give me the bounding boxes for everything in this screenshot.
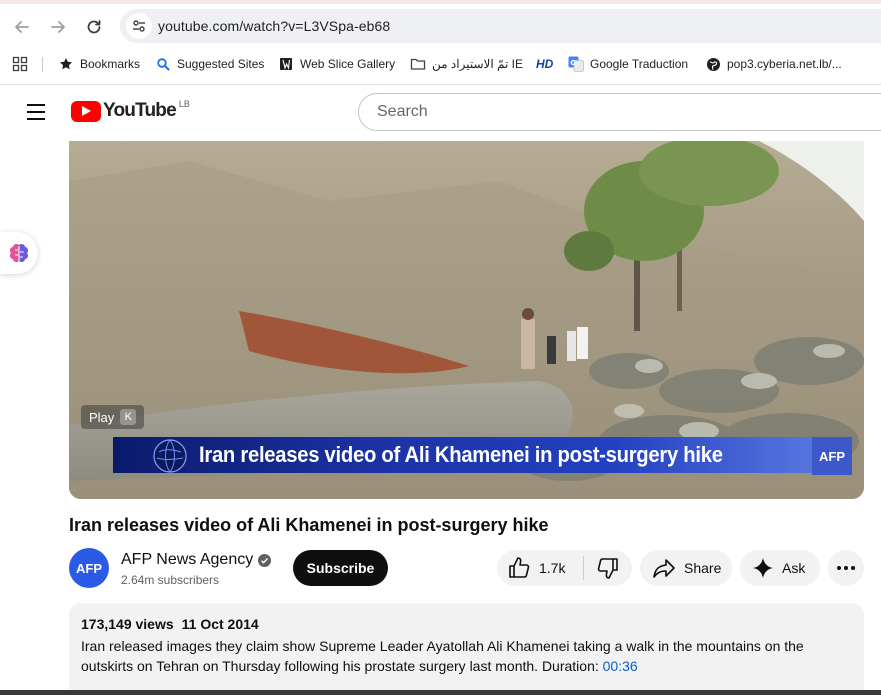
taskbar-edge (0, 690, 881, 695)
bookmarks-divider (42, 57, 43, 72)
keyboard-shortcut-badge: K (120, 409, 137, 425)
play-tooltip: Play K (81, 405, 145, 429)
hamburger-menu-icon (27, 104, 45, 120)
bookmark-web-slice-gallery[interactable]: Web Slice Gallery (278, 56, 395, 72)
ask-button[interactable]: Ask (740, 550, 820, 586)
back-button[interactable] (9, 14, 35, 40)
bookmark-pop3-cyberia[interactable]: pop3.cyberia.net.lb/... (705, 56, 842, 72)
bookmark-hd[interactable]: HD (536, 57, 553, 71)
brain-icon (9, 243, 29, 263)
subscribe-button[interactable]: Subscribe (293, 550, 388, 586)
description-meta: 173,149 views 11 Oct 2014 (81, 616, 267, 632)
bookmarks-bar: Bookmarks Suggested Sites Web Slice Gall… (0, 50, 881, 78)
bookmark-label: تمّ الاستيراد من IE (432, 57, 524, 71)
share-arrow-icon (653, 559, 675, 578)
url-text[interactable]: youtube.com/watch?v=L3VSpa-eb68 (158, 18, 390, 34)
bookmark-label: Web Slice Gallery (300, 57, 396, 71)
bookmark-bookmarks[interactable]: Bookmarks (58, 56, 140, 72)
sparkle-icon (753, 558, 773, 578)
country-code: LB (178, 99, 190, 109)
view-count: 173,149 views (81, 616, 174, 632)
apps-button[interactable] (12, 56, 28, 72)
like-count: 1.7k (539, 560, 566, 576)
video-player[interactable]: Play K Iran releases video of Ali Khamen… (69, 141, 864, 499)
site-info-button[interactable] (126, 13, 152, 39)
forward-arrow-icon (51, 21, 65, 33)
youtube-logo[interactable]: YouTube LB (71, 99, 190, 122)
bookmark-label: pop3.cyberia.net.lb/... (727, 57, 842, 71)
thumbs-down-icon (597, 558, 618, 579)
channel-name: AFP News Agency (121, 551, 254, 568)
guide-menu-button[interactable] (25, 102, 47, 122)
apps-grid-icon (12, 56, 28, 72)
tune-icon (133, 20, 145, 32)
extension-floating-button[interactable] (0, 232, 38, 274)
play-tooltip-label: Play (89, 409, 115, 425)
star-icon (58, 56, 74, 72)
youtube-wordmark: YouTube (103, 100, 177, 121)
bookmark-label: Suggested Sites (177, 57, 265, 71)
channel-name-link[interactable]: AFP News Agency (121, 551, 272, 569)
search-box[interactable] (358, 93, 881, 131)
news-caption-text: Iran releases video of Ali Khamenei in p… (199, 442, 723, 467)
video-title: Iran releases video of Ali Khamenei in p… (69, 515, 549, 535)
news-caption-bar: Iran releases video of Ali Khamenei in p… (113, 437, 825, 473)
more-horizontal-icon (837, 566, 855, 570)
chrome-separator (0, 84, 881, 85)
youtube-play-logo-icon (71, 100, 101, 122)
folder-icon (410, 56, 426, 72)
forward-button[interactable] (45, 14, 71, 40)
afp-globe-logo-icon (153, 439, 187, 473)
reload-button[interactable] (81, 14, 107, 40)
ask-label: Ask (782, 560, 806, 576)
duration-timestamp-link[interactable]: 00:36 (603, 658, 638, 674)
browser-toolbar: youtube.com/watch?v=L3VSpa-eb68 (0, 0, 881, 50)
afp-watermark: AFP (812, 437, 852, 475)
address-bar[interactable]: youtube.com/watch?v=L3VSpa-eb68 (120, 9, 881, 43)
web-slice-icon (278, 56, 294, 72)
reload-icon (87, 20, 101, 34)
search-input[interactable] (375, 102, 859, 122)
window-top-edge (0, 0, 881, 4)
globe-icon (705, 56, 721, 72)
dislike-button[interactable] (584, 550, 632, 586)
bookmark-label: Bookmarks (80, 57, 141, 71)
description-body: Iran released images they claim show Sup… (81, 638, 804, 674)
thumbs-up-icon (509, 557, 530, 578)
upload-date: 11 Oct 2014 (181, 616, 259, 632)
like-dislike-group: 1.7k (497, 550, 632, 586)
like-button[interactable]: 1.7k (497, 550, 583, 586)
google-translate-icon: G (568, 56, 584, 72)
channel-avatar[interactable]: AFP (69, 548, 109, 588)
bookmark-google-traduction[interactable]: G Google Traduction (568, 56, 688, 72)
bookmark-suggested-sites[interactable]: Suggested Sites (155, 56, 264, 72)
share-label: Share (684, 560, 722, 576)
bookmark-ie-imported[interactable]: تمّ الاستيراد من IE (410, 56, 523, 72)
description-text: Iran released images they claim show Sup… (81, 636, 831, 676)
svg-text:G: G (570, 59, 576, 67)
back-arrow-icon (15, 21, 29, 33)
subscriber-count: 2.64m subscribers (121, 573, 220, 587)
bookmark-label: Google Traduction (590, 57, 689, 71)
more-actions-button[interactable] (828, 550, 864, 586)
share-button[interactable]: Share (640, 550, 732, 586)
description-box[interactable]: 173,149 views 11 Oct 2014 Iran released i… (69, 603, 864, 695)
verified-badge-icon (258, 553, 272, 567)
hd-icon: HD (536, 57, 554, 71)
search-icon (155, 56, 171, 72)
